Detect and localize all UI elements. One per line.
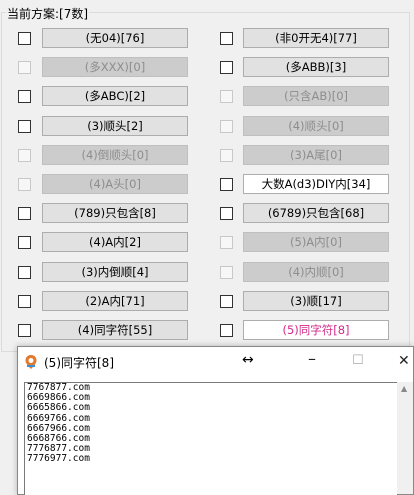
option-button[interactable]: (无04)[76] <box>42 28 188 48</box>
window-title: (5)同字符[8] <box>44 356 114 370</box>
option-checkbox <box>18 178 31 191</box>
option-checkbox <box>18 61 31 75</box>
maximize-button[interactable]: ☐ <box>352 353 364 368</box>
option-checkbox[interactable] <box>18 265 31 279</box>
option-checkbox[interactable] <box>18 294 31 308</box>
option-button: (4)A头[0] <box>42 174 188 194</box>
option-checkbox[interactable] <box>220 178 233 191</box>
minimize-button[interactable]: – <box>308 349 316 368</box>
option-button: (4)倒顺头[0] <box>42 144 188 165</box>
option-checkbox <box>220 265 233 279</box>
app-icon <box>25 355 37 369</box>
option-button[interactable]: (2)A内[71] <box>42 290 188 311</box>
option-button: (多XXX)[0] <box>42 57 188 78</box>
option-checkbox <box>18 148 31 162</box>
option-button[interactable]: (4)同字符[55] <box>42 320 188 340</box>
option-checkbox[interactable] <box>220 207 233 221</box>
option-button[interactable]: (4)A内[2] <box>42 232 188 253</box>
option-button: (3)A尾[0] <box>243 144 389 165</box>
option-button[interactable]: (多ABC)[2] <box>42 86 188 107</box>
option-button[interactable]: (6789)只包含[68] <box>243 203 389 224</box>
result-lines: 7767877.com 6669866.com 6665866.com 6669766… <box>27 383 90 465</box>
option-button[interactable]: (5)同字符[8] <box>243 320 389 340</box>
option-checkbox[interactable] <box>18 90 31 104</box>
option-button[interactable]: (3)内倒顺[4] <box>42 261 188 282</box>
option-checkbox[interactable] <box>18 119 31 133</box>
option-button[interactable]: (多ABB)[3] <box>243 57 389 78</box>
option-button: (5)A内[0] <box>243 232 389 253</box>
option-button[interactable]: (3)顺[17] <box>243 290 389 311</box>
result-line: 7776977.com <box>27 453 90 465</box>
option-checkbox[interactable] <box>220 294 233 308</box>
result-window: (5)同字符[8] ↔ – ☐ ✕ 7767877.com 6669866.com… <box>17 346 414 495</box>
move-icon[interactable]: ↔ <box>242 352 254 368</box>
close-button[interactable]: ✕ <box>398 353 410 369</box>
option-checkbox[interactable] <box>220 61 233 75</box>
option-checkbox[interactable] <box>18 236 31 250</box>
option-checkbox[interactable] <box>220 324 233 337</box>
vertical-scrollbar[interactable]: ▲ <box>397 382 413 494</box>
option-button: (4)顺头[0] <box>243 115 389 136</box>
option-checkbox[interactable] <box>18 207 31 221</box>
option-button: (4)内顺[0] <box>243 261 389 282</box>
window-titlebar[interactable]: (5)同字符[8] ↔ – ☐ ✕ <box>18 347 413 377</box>
option-checkbox <box>220 90 233 104</box>
option-button[interactable]: (非0开无4)[77] <box>243 28 389 48</box>
option-checkbox <box>220 119 233 133</box>
option-checkbox <box>220 148 233 162</box>
option-button[interactable]: (3)顺头[2] <box>42 115 188 136</box>
result-textarea[interactable]: 7767877.com 6669866.com 6665866.com 6669766… <box>24 382 398 495</box>
option-button[interactable]: (789)只包含[8] <box>42 203 188 224</box>
option-checkbox[interactable] <box>18 32 31 45</box>
option-checkbox <box>220 236 233 250</box>
option-button[interactable]: 大数A(d3)DIY内[34] <box>243 174 389 194</box>
option-checkbox[interactable] <box>18 324 31 337</box>
option-checkbox[interactable] <box>220 32 233 45</box>
scroll-up-arrow-icon[interactable]: ▲ <box>401 384 407 393</box>
group-title: 当前方案:[7数] <box>6 5 90 22</box>
option-button: (只含AB)[0] <box>243 86 389 107</box>
